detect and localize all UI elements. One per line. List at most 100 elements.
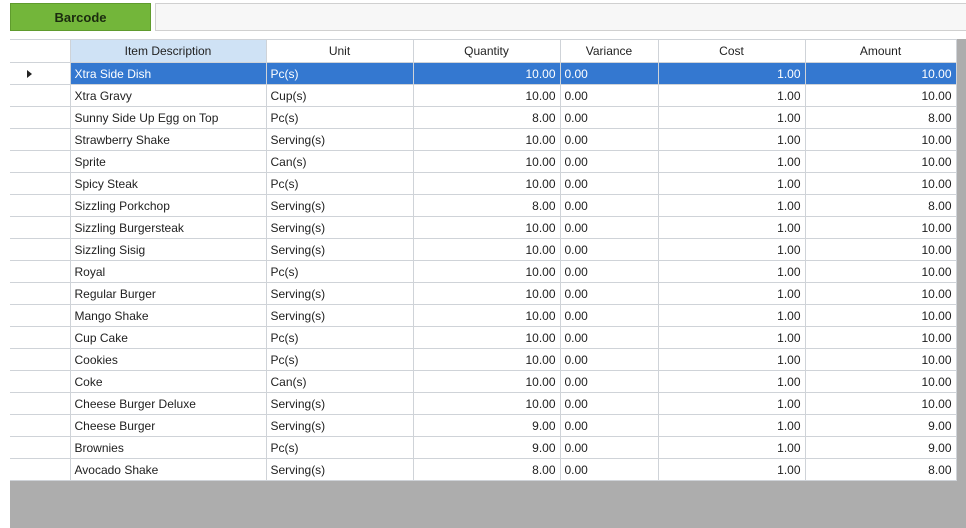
row-header-cell[interactable] bbox=[10, 62, 71, 85]
quantity-cell[interactable]: 10.00 bbox=[413, 282, 561, 305]
variance-cell[interactable]: 0.00 bbox=[560, 304, 659, 327]
variance-cell[interactable]: 0.00 bbox=[560, 458, 659, 481]
row-header-cell[interactable] bbox=[10, 392, 71, 415]
cost-cell[interactable]: 1.00 bbox=[658, 458, 806, 481]
table-row[interactable]: Cheese Burger Deluxe Serving(s) 10.00 0.00 1… bbox=[10, 392, 957, 415]
cost-cell[interactable]: 1.00 bbox=[658, 436, 806, 459]
column-header-amount[interactable]: Amount bbox=[805, 39, 957, 63]
barcode-button[interactable]: Barcode bbox=[10, 3, 151, 31]
column-header-unit[interactable]: Unit bbox=[266, 39, 414, 63]
item-description-cell[interactable]: Regular Burger bbox=[70, 282, 267, 305]
item-description-cell[interactable]: Avocado Shake bbox=[70, 458, 267, 481]
item-description-cell[interactable]: Sunny Side Up Egg on Top bbox=[70, 106, 267, 129]
variance-cell[interactable]: 0.00 bbox=[560, 414, 659, 437]
quantity-cell[interactable]: 10.00 bbox=[413, 172, 561, 195]
variance-cell[interactable]: 0.00 bbox=[560, 84, 659, 107]
variance-cell[interactable]: 0.00 bbox=[560, 172, 659, 195]
unit-cell[interactable]: Pc(s) bbox=[266, 172, 414, 195]
cost-cell[interactable]: 1.00 bbox=[658, 414, 806, 437]
row-header-cell[interactable] bbox=[10, 260, 71, 283]
cost-cell[interactable]: 1.00 bbox=[658, 348, 806, 371]
variance-cell[interactable]: 0.00 bbox=[560, 370, 659, 393]
row-header-cell[interactable] bbox=[10, 172, 71, 195]
unit-cell[interactable]: Can(s) bbox=[266, 370, 414, 393]
amount-cell[interactable]: 10.00 bbox=[805, 172, 957, 195]
quantity-cell[interactable]: 10.00 bbox=[413, 62, 561, 85]
quantity-cell[interactable]: 10.00 bbox=[413, 238, 561, 261]
cost-cell[interactable]: 1.00 bbox=[658, 392, 806, 415]
quantity-cell[interactable]: 8.00 bbox=[413, 194, 561, 217]
amount-cell[interactable]: 10.00 bbox=[805, 84, 957, 107]
amount-cell[interactable]: 10.00 bbox=[805, 326, 957, 349]
row-header-cell[interactable] bbox=[10, 84, 71, 107]
table-row[interactable]: Coke Can(s) 10.00 0.00 1.00 10.00 bbox=[10, 370, 957, 393]
item-description-cell[interactable]: Sizzling Porkchop bbox=[70, 194, 267, 217]
cost-cell[interactable]: 1.00 bbox=[658, 260, 806, 283]
variance-cell[interactable]: 0.00 bbox=[560, 282, 659, 305]
variance-cell[interactable]: 0.00 bbox=[560, 106, 659, 129]
column-header-quantity[interactable]: Quantity bbox=[413, 39, 561, 63]
table-row[interactable]: Xtra Side Dish Pc(s) 10.00 0.00 1.00 10.00 bbox=[10, 62, 957, 85]
quantity-cell[interactable]: 9.00 bbox=[413, 436, 561, 459]
unit-cell[interactable]: Pc(s) bbox=[266, 326, 414, 349]
table-row[interactable]: Brownies Pc(s) 9.00 0.00 1.00 9.00 bbox=[10, 436, 957, 459]
amount-cell[interactable]: 10.00 bbox=[805, 392, 957, 415]
amount-cell[interactable]: 10.00 bbox=[805, 216, 957, 239]
cost-cell[interactable]: 1.00 bbox=[658, 172, 806, 195]
row-header-cell[interactable] bbox=[10, 106, 71, 129]
table-row[interactable]: Sprite Can(s) 10.00 0.00 1.00 10.00 bbox=[10, 150, 957, 173]
quantity-cell[interactable]: 10.00 bbox=[413, 392, 561, 415]
amount-cell[interactable]: 10.00 bbox=[805, 62, 957, 85]
amount-cell[interactable]: 9.00 bbox=[805, 436, 957, 459]
item-description-cell[interactable]: Royal bbox=[70, 260, 267, 283]
amount-cell[interactable]: 10.00 bbox=[805, 370, 957, 393]
item-description-cell[interactable]: Cookies bbox=[70, 348, 267, 371]
variance-cell[interactable]: 0.00 bbox=[560, 326, 659, 349]
column-header-variance[interactable]: Variance bbox=[560, 39, 659, 63]
item-description-cell[interactable]: Strawberry Shake bbox=[70, 128, 267, 151]
barcode-input[interactable] bbox=[155, 3, 966, 31]
quantity-cell[interactable]: 8.00 bbox=[413, 458, 561, 481]
unit-cell[interactable]: Pc(s) bbox=[266, 348, 414, 371]
unit-cell[interactable]: Can(s) bbox=[266, 150, 414, 173]
cost-cell[interactable]: 1.00 bbox=[658, 194, 806, 217]
row-header-cell[interactable] bbox=[10, 414, 71, 437]
table-row[interactable]: Sizzling Sisig Serving(s) 10.00 0.00 1.00 10.… bbox=[10, 238, 957, 261]
cost-cell[interactable]: 1.00 bbox=[658, 282, 806, 305]
item-description-cell[interactable]: Cheese Burger Deluxe bbox=[70, 392, 267, 415]
unit-cell[interactable]: Pc(s) bbox=[266, 106, 414, 129]
unit-cell[interactable]: Pc(s) bbox=[266, 62, 414, 85]
table-row[interactable]: Sizzling Porkchop Serving(s) 8.00 0.00 1.00 8… bbox=[10, 194, 957, 217]
quantity-cell[interactable]: 10.00 bbox=[413, 370, 561, 393]
amount-cell[interactable]: 9.00 bbox=[805, 414, 957, 437]
cost-cell[interactable]: 1.00 bbox=[658, 128, 806, 151]
table-row[interactable]: Regular Burger Serving(s) 10.00 0.00 1.00 10.… bbox=[10, 282, 957, 305]
variance-cell[interactable]: 0.00 bbox=[560, 128, 659, 151]
amount-cell[interactable]: 10.00 bbox=[805, 348, 957, 371]
variance-cell[interactable]: 0.00 bbox=[560, 216, 659, 239]
quantity-cell[interactable]: 10.00 bbox=[413, 128, 561, 151]
variance-cell[interactable]: 0.00 bbox=[560, 260, 659, 283]
cost-cell[interactable]: 1.00 bbox=[658, 216, 806, 239]
item-description-cell[interactable]: Spicy Steak bbox=[70, 172, 267, 195]
unit-cell[interactable]: Serving(s) bbox=[266, 282, 414, 305]
amount-cell[interactable]: 10.00 bbox=[805, 238, 957, 261]
amount-cell[interactable]: 8.00 bbox=[805, 194, 957, 217]
unit-cell[interactable]: Serving(s) bbox=[266, 458, 414, 481]
cost-cell[interactable]: 1.00 bbox=[658, 238, 806, 261]
variance-cell[interactable]: 0.00 bbox=[560, 150, 659, 173]
item-description-cell[interactable]: Cup Cake bbox=[70, 326, 267, 349]
variance-cell[interactable]: 0.00 bbox=[560, 436, 659, 459]
unit-cell[interactable]: Serving(s) bbox=[266, 128, 414, 151]
cost-cell[interactable]: 1.00 bbox=[658, 106, 806, 129]
unit-cell[interactable]: Serving(s) bbox=[266, 414, 414, 437]
row-header-cell[interactable] bbox=[10, 436, 71, 459]
item-description-cell[interactable]: Sizzling Burgersteak bbox=[70, 216, 267, 239]
table-row[interactable]: Royal Pc(s) 10.00 0.00 1.00 10.00 bbox=[10, 260, 957, 283]
table-row[interactable]: Cheese Burger Serving(s) 9.00 0.00 1.00 9.00 bbox=[10, 414, 957, 437]
row-header-cell[interactable] bbox=[10, 238, 71, 261]
item-description-cell[interactable]: Xtra Gravy bbox=[70, 84, 267, 107]
column-header-item-description[interactable]: Item Description bbox=[70, 39, 267, 63]
amount-cell[interactable]: 10.00 bbox=[805, 128, 957, 151]
item-description-cell[interactable]: Cheese Burger bbox=[70, 414, 267, 437]
